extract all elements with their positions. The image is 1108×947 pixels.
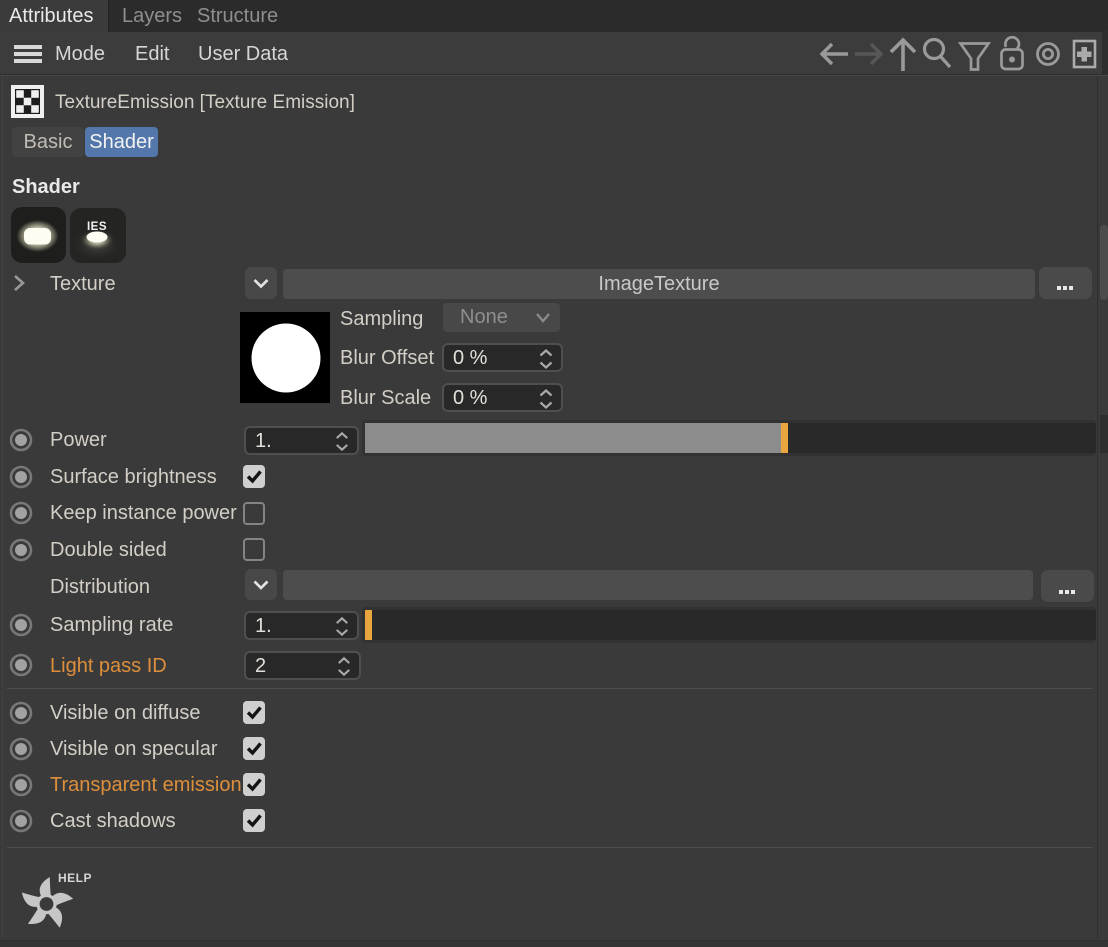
svg-text:IES: IES	[87, 221, 107, 233]
